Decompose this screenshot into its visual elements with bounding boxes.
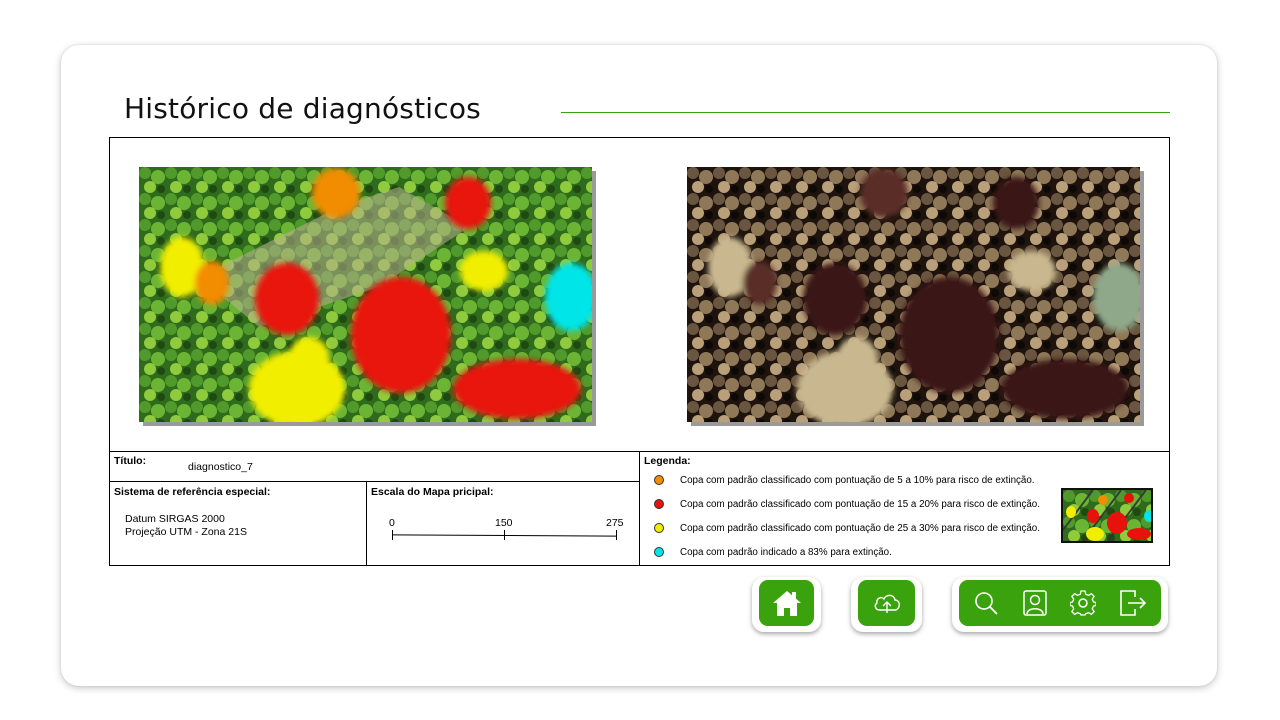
legend-item: Copa com padrão classificado com pontuaç… [654,473,1035,487]
diagnostic-title-value: diagnostico_7 [188,461,253,473]
gear-icon [1070,590,1096,616]
scale-bar: 0 150 275 [389,516,624,546]
scale-tick [392,530,393,540]
map-info-table: Título: diagnostico_7 Sistema de referên… [110,451,1169,565]
home-button[interactable] [759,580,814,626]
scale-tick [616,530,617,540]
scale-tick-label-275: 275 [606,517,624,529]
legend-section: Legenda: Copa com padrão classificado co… [640,451,1169,565]
yellow-dot-icon [654,523,664,533]
home-icon [772,591,801,616]
srs-datum: Datum SIRGAS 2000 [125,513,225,525]
home-button-wrap [752,577,821,632]
legend-label: Legenda: [644,455,691,467]
legend-item-text: Copa com padrão classificado com pontuaç… [680,474,1035,486]
search-button[interactable] [971,588,1001,618]
upload-button[interactable] [858,580,915,626]
profile-button[interactable] [1020,588,1050,618]
legend-item-text: Copa com padrão classificado com pontuaç… [680,498,1040,510]
srs-projection: Projeção UTM - Zona 21S [125,526,247,538]
scale-tick [504,530,505,540]
search-icon [975,592,998,615]
title-label: Título: [114,455,147,467]
title-divider [561,112,1170,113]
settings-button[interactable] [1068,588,1098,618]
cyan-dot-icon [654,547,664,557]
legend-item: Copa com padrão classificado com pontuaç… [654,497,1040,511]
sepia-aerial-map[interactable] [687,167,1140,422]
logout-icon [1120,590,1147,616]
scale-label: Escala do Mapa pricipal: [371,486,494,498]
scale-tick-label-0: 0 [389,517,395,529]
legend-item: Copa com padrão indicado a 83% para exti… [654,545,892,559]
legend-item-text: Copa com padrão indicado a 83% para exti… [680,546,892,558]
srs-label: Sistema de referência especial: [114,486,271,498]
user-profile-icon [1023,590,1047,616]
legend-item-text: Copa com padrão classificado com pontuaç… [680,522,1040,534]
legend-item: Copa com padrão classificado com pontuaç… [654,521,1040,535]
diagnostic-panel: Título: diagnostico_7 Sistema de referên… [109,137,1170,566]
red-dot-icon [654,499,664,509]
scale-divider [366,481,367,565]
tools-button-group [959,580,1161,626]
title-row-border [110,481,640,482]
logout-button[interactable] [1118,588,1148,618]
classified-aerial-map[interactable] [139,167,592,422]
scale-tick-label-150: 150 [495,517,513,529]
cloud-upload-icon [874,594,900,613]
orange-dot-icon [654,475,664,485]
tools-button-group-wrap [952,577,1168,632]
map-thumbnail[interactable] [1061,488,1153,543]
page-title: Histórico de diagnósticos [124,92,481,125]
upload-button-wrap [851,577,922,632]
